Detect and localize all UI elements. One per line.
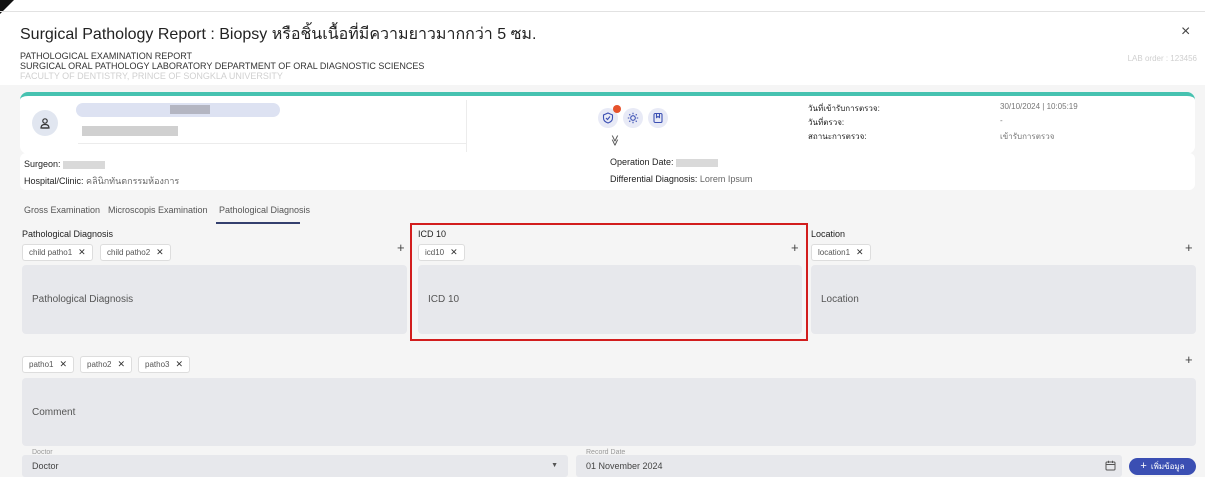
dropdown-caret-icon: ▼ xyxy=(551,462,558,469)
calendar-icon[interactable] xyxy=(1105,460,1116,471)
chip-label: patho2 xyxy=(87,360,112,369)
exam-date-value: - xyxy=(1000,116,1003,125)
close-button[interactable]: × xyxy=(1181,24,1190,40)
chip-label: patho3 xyxy=(145,360,170,369)
chip-patho1: patho1 ✕ xyxy=(22,356,75,373)
remove-chip-icon[interactable]: ✕ xyxy=(117,359,125,370)
active-tab-indicator xyxy=(216,222,300,224)
exam-date-label: วันที่ตรวจ: xyxy=(808,118,845,127)
shield-icon xyxy=(602,112,614,124)
comment-textarea[interactable]: Comment xyxy=(22,378,1196,446)
surgeon-row: Surgeon: xyxy=(24,159,105,169)
shield-button[interactable] xyxy=(598,105,621,128)
hospital-row: Hospital/Clinic: คลินิกทันตกรรมห้องการ xyxy=(24,174,179,188)
add-pathological-button[interactable]: + xyxy=(397,241,405,254)
surgery-info-card: Surgeon: Hospital/Clinic: คลินิกทันตกรรม… xyxy=(20,153,1195,190)
chip-label: location1 xyxy=(818,248,851,257)
report-header-department: SURGICAL ORAL PATHOLOGY LABORATORY DEPAR… xyxy=(20,61,425,71)
tab-gross-examination[interactable]: Gross Examination xyxy=(24,205,100,215)
surgeon-label: Surgeon: xyxy=(24,159,61,169)
differential-row: Differential Diagnosis: Lorem Ipsum xyxy=(610,174,752,184)
operation-date-redacted xyxy=(675,158,718,167)
chip-label: child patho1 xyxy=(29,248,73,257)
chip-child-patho1: child patho1 ✕ xyxy=(22,244,93,261)
location-label: Location xyxy=(811,229,846,239)
record-date-field[interactable]: 01 November 2024 xyxy=(576,455,1122,477)
chip-label: patho1 xyxy=(29,360,54,369)
chip-child-patho2: child patho2 ✕ xyxy=(100,244,171,261)
operation-date-label: Operation Date: xyxy=(610,157,674,167)
differential-value: Lorem Ipsum xyxy=(699,174,753,184)
pathological-diagnosis-label: Pathological Diagnosis xyxy=(22,229,114,239)
remove-chip-icon[interactable]: ✕ xyxy=(59,359,67,370)
doctor-select-value: Doctor xyxy=(32,461,59,471)
differential-label: Differential Diagnosis: xyxy=(610,174,698,184)
name-underline xyxy=(78,143,466,144)
visit-date-value: 30/10/2024 | 10:05:19 xyxy=(1000,102,1078,111)
exam-status-label: สถานะการตรวจ: xyxy=(808,132,867,141)
dialog-title: Surgical Pathology Report : Biopsy หรือช… xyxy=(20,26,537,43)
chip-patho2: patho2 ✕ xyxy=(80,356,133,373)
sun-icon xyxy=(627,112,639,124)
report-header-faculty: FACULTY OF DENTISTRY, PRINCE OF SONGKLA … xyxy=(20,71,283,81)
patient-id-redacted xyxy=(82,126,178,136)
bookmark-icon xyxy=(653,112,663,124)
chip-patho3: patho3 ✕ xyxy=(138,356,191,373)
user-icon xyxy=(40,118,50,129)
sun-button[interactable] xyxy=(623,108,643,128)
top-divider xyxy=(0,11,1205,12)
tab-microscopic-examination[interactable]: Microscopis Examination xyxy=(108,205,208,215)
plus-icon: + xyxy=(1140,460,1147,472)
bookmark-button[interactable] xyxy=(648,108,668,128)
tab-pathological-diagnosis[interactable]: Pathological Diagnosis xyxy=(219,205,310,215)
expand-chevron-icon[interactable]: ≫ xyxy=(608,135,621,147)
record-date-value: 01 November 2024 xyxy=(586,461,663,471)
visit-date-label: วันที่เข้ารับการตรวจ: xyxy=(808,104,880,113)
lab-order: LAB order : 123456 xyxy=(1127,54,1197,63)
card-divider xyxy=(466,100,467,152)
chip-location1: location1 ✕ xyxy=(811,244,871,261)
chip-label: child patho2 xyxy=(107,248,151,257)
hospital-value: คลินิกทันตกรรมห้องการ xyxy=(86,176,180,186)
pathological-diagnosis-textarea[interactable]: Pathological Diagnosis xyxy=(22,265,407,334)
location-textarea[interactable]: Location xyxy=(811,265,1196,334)
add-data-button[interactable]: + เพิ่มข้อมูล xyxy=(1129,458,1196,475)
exam-status-value: เข้ารับการตรวจ xyxy=(1000,132,1055,141)
patient-name-redacted xyxy=(170,105,210,114)
notification-badge xyxy=(613,105,621,113)
report-header-title: PATHOLOGICAL EXAMINATION REPORT xyxy=(20,51,193,61)
remove-chip-icon[interactable]: ✕ xyxy=(856,247,864,258)
highlight-box xyxy=(410,223,808,341)
operation-date-row: Operation Date: xyxy=(610,157,718,167)
add-location-button[interactable]: + xyxy=(1185,241,1193,254)
doctor-select[interactable]: Doctor ▼ xyxy=(22,455,568,477)
surgeon-redacted xyxy=(62,160,105,169)
remove-chip-icon[interactable]: ✕ xyxy=(78,247,86,258)
patient-card: ≫ วันที่เข้ารับการตรวจ: 30/10/2024 | 10:… xyxy=(20,92,1195,154)
add-comment-chip-button[interactable]: + xyxy=(1185,353,1193,366)
remove-chip-icon[interactable]: ✕ xyxy=(156,247,164,258)
add-data-label: เพิ่มข้อมูล xyxy=(1150,462,1185,471)
remove-chip-icon[interactable]: ✕ xyxy=(175,359,183,370)
avatar xyxy=(32,110,58,136)
hospital-label: Hospital/Clinic: xyxy=(24,176,84,186)
